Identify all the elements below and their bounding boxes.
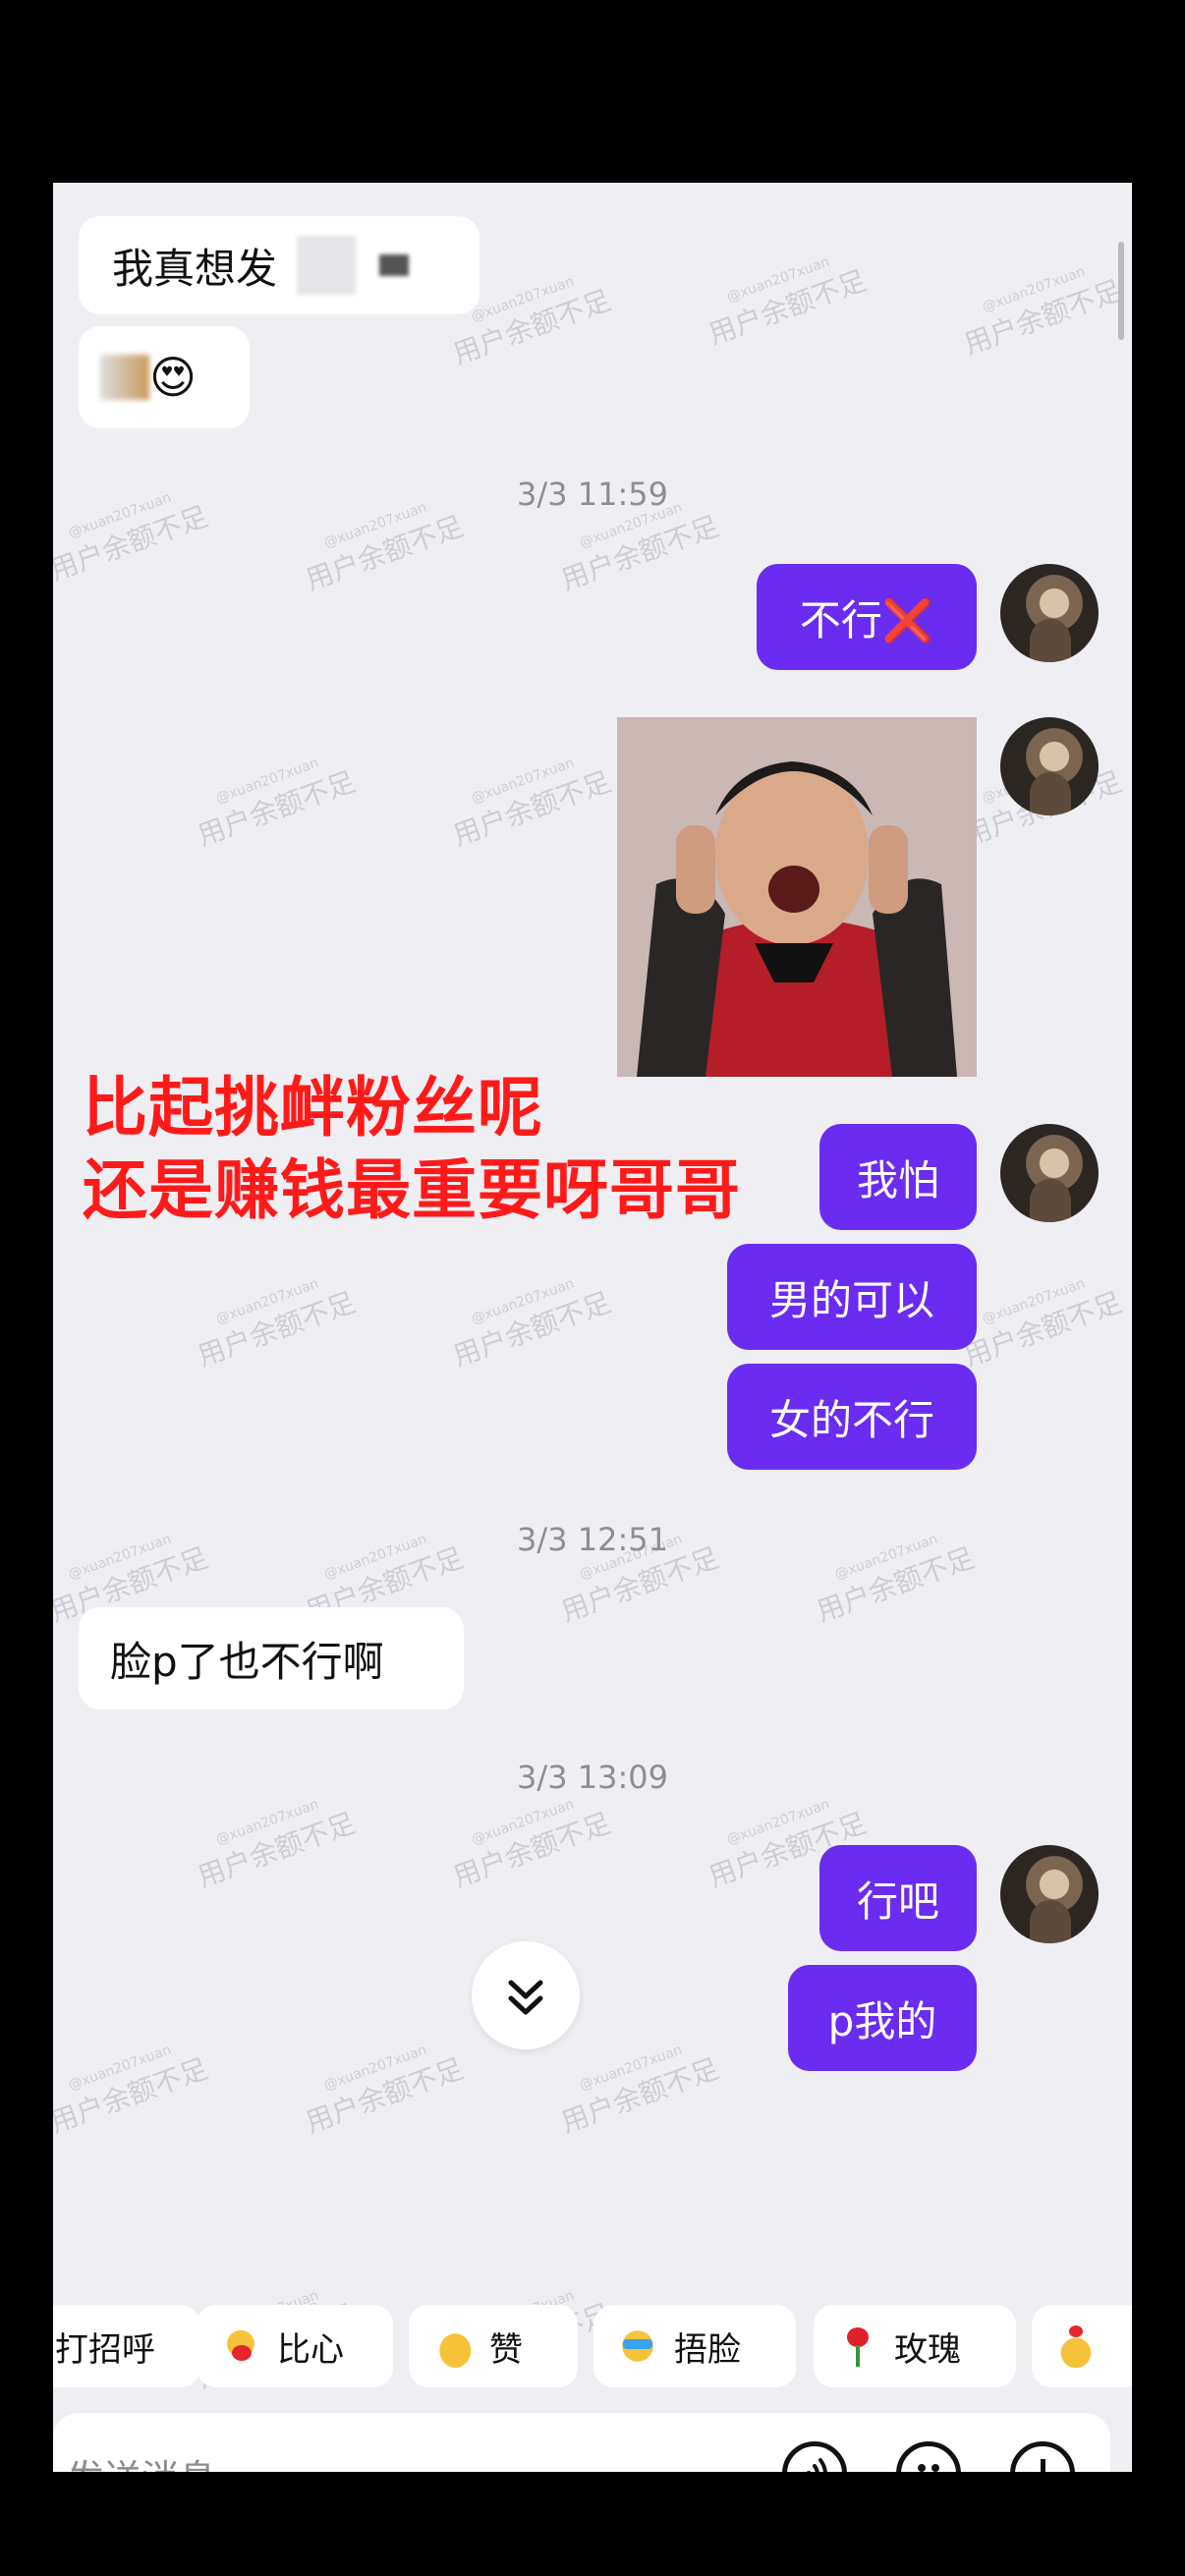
rose-emoji <box>835 2324 880 2369</box>
message-bubble-right[interactable]: 行吧 <box>819 1845 977 1951</box>
message-text: 女的不行 <box>768 1395 934 1444</box>
avatar[interactable] <box>1000 717 1099 815</box>
watermark: @xuan207xuan用户余额不足 <box>959 1275 1126 1373</box>
message-bubble-right[interactable]: 男的可以 <box>727 1244 977 1350</box>
message-bubble-right[interactable]: p我的 <box>788 1965 977 2071</box>
quick-reply-label: 打招呼 <box>55 2329 155 2370</box>
quick-reply-label: 捂脸 <box>674 2329 741 2370</box>
message-bubble-right[interactable]: 不行❌ <box>757 564 977 670</box>
double-chevron-down-icon <box>508 1980 543 2015</box>
scrollbar[interactable] <box>1118 242 1124 340</box>
avatar[interactable] <box>1000 1845 1099 1943</box>
message-text: p我的 <box>827 1996 937 2045</box>
facepalm-emoji <box>615 2324 660 2369</box>
caption-line: 比起挑衅粉丝呢 <box>83 1070 543 1146</box>
message-bubble-left[interactable]: 😍 <box>79 326 250 428</box>
watermark: @xuan207xuan用户余额不足 <box>193 755 360 853</box>
caption-overlay: 比起挑衅粉丝呢 还是赚钱最重要呀哥哥 <box>83 1067 741 1232</box>
scroll-to-bottom-button[interactable] <box>472 1941 580 2049</box>
message-input-bar: 发送消息 <box>53 2413 1110 2472</box>
watermark: @xuan207xuan用户余额不足 <box>448 1796 615 1894</box>
message-bubble-right[interactable]: 我怕 <box>819 1124 977 1230</box>
quick-reply-heart[interactable]: 比心 <box>197 2305 393 2387</box>
quick-reply-like[interactable]: 赞 <box>409 2305 578 2387</box>
watermark: @xuan207xuan用户余额不足 <box>959 263 1126 362</box>
message-input[interactable]: 发送消息 <box>67 2448 216 2472</box>
quick-reply-rose[interactable]: 玫瑰 <box>814 2305 1016 2387</box>
message-text: 男的可以 <box>768 1275 934 1324</box>
emoji-icon[interactable] <box>896 2441 961 2472</box>
timestamp: 3/3 12:51 <box>517 1521 668 1558</box>
timestamp: 3/3 11:59 <box>517 476 668 513</box>
message-text: 我真想发 <box>112 244 278 293</box>
timestamp: 3/3 13:09 <box>517 1759 668 1796</box>
quick-reply-facepalm[interactable]: 捂脸 <box>593 2305 796 2387</box>
censor-blur <box>297 236 357 295</box>
quick-reply-label: 比心 <box>277 2329 344 2370</box>
voice-wave-icon <box>806 2458 827 2472</box>
message-bubble-left[interactable]: 脸p了也不行啊 <box>79 1607 464 1709</box>
quick-reply-more[interactable] <box>1032 2305 1132 2387</box>
watermark: @xuan207xuan用户余额不足 <box>448 755 615 853</box>
watermark: @xuan207xuan用户余额不足 <box>301 2042 468 2140</box>
avatar[interactable] <box>1000 1124 1099 1222</box>
avatar[interactable] <box>1000 564 1099 662</box>
censor-blur <box>379 254 410 276</box>
watermark: @xuan207xuan用户余额不足 <box>53 2042 212 2140</box>
voice-icon[interactable] <box>782 2441 847 2472</box>
quick-reply-label: 赞 <box>489 2329 523 2370</box>
watermark: @xuan207xuan用户余额不足 <box>448 1275 615 1373</box>
message-text: 行吧 <box>856 1876 939 1926</box>
message-text: 不行❌ <box>799 595 934 644</box>
person-screaming-illustration <box>617 717 977 1077</box>
quick-reply-label: 玫瑰 <box>894 2329 961 2370</box>
plus-icon[interactable] <box>1010 2441 1075 2472</box>
sent-image[interactable] <box>617 717 977 1077</box>
watermark: @xuan207xuan用户余额不足 <box>193 1796 360 1894</box>
quick-reply-greet[interactable]: 打招呼 <box>53 2305 200 2387</box>
message-bubble-right[interactable]: 女的不行 <box>727 1364 977 1470</box>
message-text: 脸p了也不行啊 <box>110 1637 384 1686</box>
chat-screen: @xuan207xuan 用户余额不足 @xuan207xuan 用户余额不足 @x… <box>53 183 1132 2472</box>
censor-blur <box>100 355 149 400</box>
gift-emoji <box>1053 2324 1099 2369</box>
caption-line: 还是赚钱最重要呀哥哥 <box>83 1152 741 1228</box>
thumbs-up-emoji <box>430 2324 476 2369</box>
message-text: 我怕 <box>856 1155 939 1204</box>
heart-eyes-emoji: 😍 <box>149 351 197 404</box>
heart-hands-emoji <box>218 2324 263 2369</box>
watermark: @xuan207xuan用户余额不足 <box>193 1275 360 1373</box>
watermark: @xuan207xuan用户余额不足 <box>704 253 871 352</box>
message-bubble-left[interactable]: 我真想发 <box>79 216 480 314</box>
